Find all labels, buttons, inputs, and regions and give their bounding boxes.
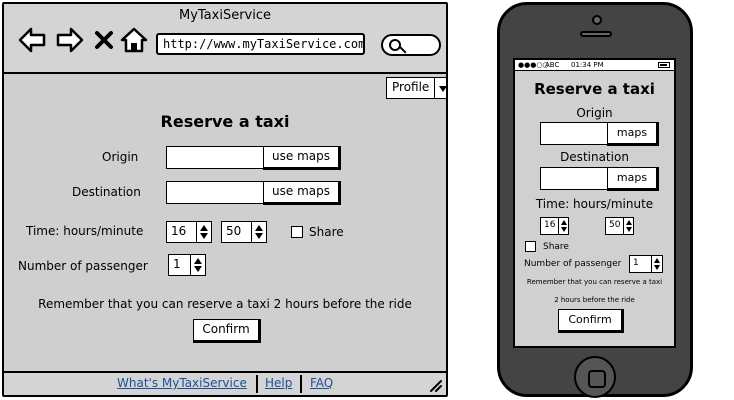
stepper-arrows-icon[interactable] [196,222,211,242]
phone-minutes-stepper[interactable]: 50 [605,217,634,235]
phone-destination-maps-button[interactable]: maps [607,167,659,191]
battery-icon [658,62,670,68]
minutes-stepper[interactable]: 50 [221,221,267,243]
page-title: Reserve a taxi [160,112,290,131]
phone-hours-value: 16 [544,220,556,230]
home-button-icon[interactable] [574,356,616,398]
origin-label: Origin [102,150,139,164]
footer-link-help[interactable]: Help [265,376,292,390]
phone-passenger-label: Number of passenger [524,259,622,269]
chevron-down-icon[interactable] [435,77,446,99]
phone-origin-maps-button[interactable]: maps [607,122,659,146]
status-bar: ●●●○○ ABC 01:34 PM [515,60,674,71]
browser-window: MyTaxiService http://www.myTaxiService.c… [2,2,448,397]
footer-link-faq[interactable]: FAQ [310,376,333,390]
camera-icon [592,15,602,25]
back-arrow-icon[interactable] [18,26,46,54]
phone-share-checkbox[interactable] [525,241,536,252]
time-label: Time: hours/minute [26,224,144,238]
search-field[interactable] [381,34,441,56]
carrier-name: ABC [545,61,560,69]
window-title: MyTaxiService [178,8,271,23]
phone-destination-label: Destination [560,150,629,164]
hours-stepper[interactable]: 16 [166,221,212,243]
phone-confirm-button[interactable]: Confirm [558,309,624,333]
resize-grip-icon[interactable] [428,378,442,392]
status-time: 01:34 PM [571,61,604,69]
passenger-stepper[interactable]: 1 [168,254,206,276]
origin-use-maps-button[interactable]: use maps [263,146,341,170]
destination-use-maps-button[interactable]: use maps [263,181,341,205]
hours-value: 16 [171,224,187,238]
passenger-label: Number of passenger [18,259,148,273]
phone-reminder-line2: 2 hours before the ride [554,296,635,304]
phone-share-label: Share [543,242,569,252]
phone-screen: ●●●○○ ABC 01:34 PM Reserve a taxi Origin… [513,58,676,348]
stepper-arrows-icon[interactable] [558,218,568,234]
destination-label: Destination [72,185,141,199]
url-bar[interactable]: http://www.myTaxiService.com/ [156,33,365,55]
phone-destination-input[interactable] [540,167,608,190]
passenger-value: 1 [173,257,181,271]
forward-arrow-icon[interactable] [56,26,84,54]
profile-label[interactable]: Profile [386,77,436,99]
footer: What's MyTaxiService Help FAQ [4,371,446,395]
phone-time-label: Time: hours/minute [535,197,654,211]
origin-input[interactable] [166,146,264,169]
signal-icon: ●●●○○ [518,61,549,69]
home-icon[interactable] [120,26,148,54]
phone-passenger-value: 1 [633,258,639,268]
phone-page-title: Reserve a taxi [534,80,655,98]
reminder-text: Remember that you can reserve a taxi 2 h… [38,297,412,311]
stepper-arrows-icon[interactable] [623,218,633,234]
minutes-value: 50 [226,224,242,238]
phone-hours-stepper[interactable]: 16 [540,217,569,235]
phone-passenger-stepper[interactable]: 1 [629,255,663,273]
stepper-arrows-icon[interactable] [251,222,266,242]
stepper-arrows-icon[interactable] [190,255,205,275]
speaker-icon [580,31,612,37]
search-icon [389,39,401,51]
confirm-button[interactable]: Confirm [193,319,261,343]
close-icon[interactable] [94,26,114,54]
phone-origin-input[interactable] [540,122,608,145]
browser-toolbar: MyTaxiService http://www.myTaxiService.c… [4,4,446,74]
phone-origin-label: Origin [576,106,613,120]
share-checkbox[interactable] [291,226,303,238]
footer-link-about[interactable]: What's MyTaxiService [117,376,247,390]
stepper-arrows-icon[interactable] [651,256,662,272]
phone-reminder-line1: Remember that you can reserve a taxi [526,278,663,286]
profile-menu[interactable]: Profile [386,77,446,99]
destination-input[interactable] [166,181,264,204]
phone-frame: ●●●○○ ABC 01:34 PM Reserve a taxi Origin… [497,2,693,398]
phone-minutes-value: 50 [609,220,621,230]
share-label: Share [309,225,344,239]
